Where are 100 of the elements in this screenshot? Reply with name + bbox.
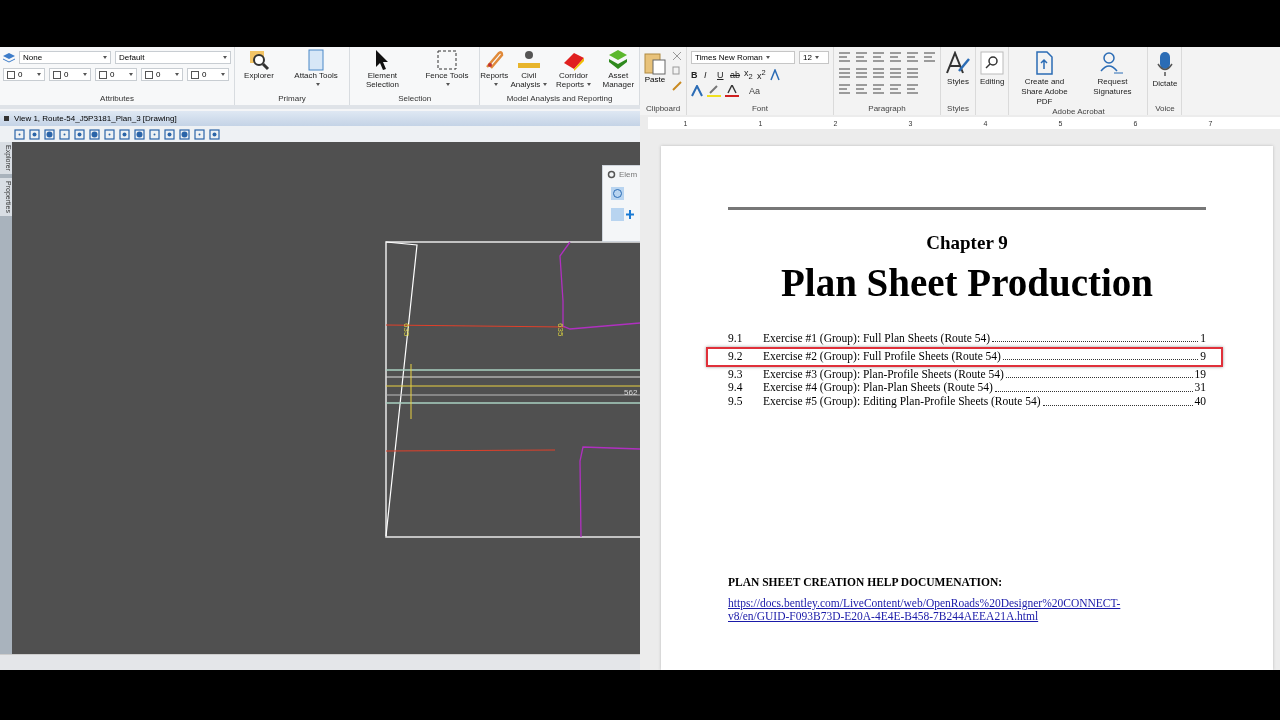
paragraph-tool-icon[interactable] [889, 83, 902, 95]
paragraph-tool-icon[interactable] [872, 67, 885, 79]
view-tool-icon[interactable] [164, 128, 175, 140]
group-label: Clipboard [644, 104, 682, 115]
view-tool-icon[interactable] [44, 128, 55, 140]
attribute-dropdown[interactable]: 0 [141, 68, 183, 81]
change-case-button[interactable]: Aa [749, 86, 760, 96]
toc-title[interactable]: Exercise #4 (Group): Plan-Plan Sheets (Route 54) [763, 381, 993, 394]
ribbon-button[interactable]: Styles [945, 51, 971, 87]
toc-number: 9.2 [728, 349, 744, 362]
view-tool-icon[interactable] [104, 128, 115, 140]
crosshair-icon[interactable] [611, 187, 624, 200]
ribbon-button[interactable]: Element Selection [358, 49, 407, 89]
font-name-field[interactable]: Times New Roman [691, 51, 795, 64]
attribute-dropdown[interactable]: 0 [49, 68, 91, 81]
ribbon-button[interactable]: Request Signatures [1081, 51, 1144, 97]
ribbon-button[interactable]: Fence Tools [422, 49, 471, 89]
paragraph-tool-icon[interactable] [855, 83, 868, 95]
level-dropdown[interactable]: None [19, 51, 111, 64]
text-effects-icon[interactable] [691, 85, 703, 97]
highlighter-icon[interactable] [707, 85, 721, 97]
attribute-dropdown[interactable]: 0 [187, 68, 229, 81]
add-icon[interactable] [611, 208, 635, 221]
view-tool-icon[interactable] [29, 128, 40, 140]
group-label: Styles [946, 104, 970, 115]
dashed-square-icon [435, 49, 458, 71]
elevation-label: 635 [556, 323, 565, 337]
style-dropdown[interactable]: Default [115, 51, 231, 64]
view-icon [4, 116, 9, 121]
format-button[interactable]: I [704, 69, 713, 80]
toc-page: 19 [1194, 367, 1206, 380]
drawing-canvas[interactable]: 635 635 562 Elem [12, 142, 640, 654]
copy-icon[interactable] [672, 66, 682, 76]
attribute-dropdown[interactable]: 0 [3, 68, 45, 81]
group-label: Attributes [99, 94, 135, 105]
paragraph-tool-icon[interactable] [889, 51, 902, 63]
paragraph-tool-icon[interactable] [838, 51, 851, 63]
toc-number: 9.3 [728, 367, 744, 380]
view-tool-icon[interactable] [209, 128, 220, 140]
view-tool-icon[interactable] [194, 128, 205, 140]
paragraph-tool-icon[interactable] [889, 67, 902, 79]
group-label: Font [751, 104, 769, 115]
toc-title[interactable]: Exercise #5 (Group): Editing Plan-Profile Sheets (Route 54) [763, 395, 1041, 408]
clear-format-icon[interactable] [770, 68, 782, 81]
paragraph-tool-icon[interactable] [906, 51, 919, 63]
toc-number: 9.1 [728, 332, 744, 344]
paragraph-tool-icon[interactable] [872, 51, 885, 63]
format-button[interactable]: B [691, 69, 700, 80]
view-tool-icon[interactable] [149, 128, 160, 140]
ribbon-button[interactable]: Reports [480, 49, 509, 89]
format-button[interactable]: x$^{2}$ [757, 68, 766, 81]
paragraph-tool-icon[interactable] [838, 83, 851, 95]
font-size-field[interactable]: 12 [799, 51, 829, 64]
paragraph-tool-icon[interactable] [855, 51, 868, 63]
view-tool-icon[interactable] [59, 128, 70, 140]
ribbon-button[interactable]: Explorer [244, 49, 274, 80]
view-tool-icon[interactable] [119, 128, 130, 140]
ribbon-button[interactable]: Asset Manager [597, 49, 639, 89]
ribbon-button[interactable]: Corridor Reports [549, 49, 598, 89]
brush-icon[interactable] [672, 81, 682, 91]
toc-title[interactable]: Exercise #1 (Group): Full Plan Sheets (Route 54) [763, 332, 991, 344]
paragraph-tool-icon[interactable] [838, 67, 851, 79]
ribbon-button[interactable]: Create and Share Adobe PDF [1013, 51, 1076, 107]
document-icon [306, 49, 327, 71]
paragraph-tool-icon[interactable] [923, 51, 936, 63]
view-tool-icon[interactable] [89, 128, 100, 140]
toc-number: 9.4 [728, 381, 744, 394]
panel-title: Elem [619, 170, 638, 179]
view-tool-icon[interactable] [74, 128, 85, 140]
paragraph-tool-icon[interactable] [906, 67, 919, 79]
paragraph-tool-icon[interactable] [872, 83, 885, 95]
toc-title[interactable]: Exercise #2 (Group): Full Profile Sheets (Route 54) [763, 349, 1001, 362]
person-signature-icon [1100, 51, 1125, 75]
help-link[interactable]: https://docs.bentley.com/LiveContent/web/OpenRoads%20Designer%20CONNECT- [728, 597, 1206, 611]
attribute-dropdown[interactable]: 0 [95, 68, 137, 81]
font-color-icon[interactable] [725, 85, 739, 97]
format-button[interactable]: ab [730, 69, 740, 80]
stacked-layers-icon [608, 49, 629, 71]
paragraph-tool-icon[interactable] [855, 67, 868, 79]
group-label: Primary [277, 94, 307, 105]
help-heading: PLAN SHEET CREATION HELP DOCUMENATION: [728, 576, 1004, 588]
elevation-label: 635 [402, 323, 411, 337]
toc-title[interactable]: Exercise #3 (Group): Plan-Profile Sheets (Route 54) [763, 367, 1004, 380]
paste-button[interactable]: Paste [644, 51, 666, 84]
survey-ruler-icon [516, 49, 541, 71]
chapter-title: Plan Sheet Production [780, 260, 1154, 306]
format-button[interactable]: x$_{2}$ [744, 68, 753, 81]
scissors-icon[interactable] [672, 51, 682, 61]
view-tool-icon[interactable] [179, 128, 190, 140]
ribbon-button[interactable]: Editing [980, 51, 1005, 87]
paragraph-tool-icon[interactable] [906, 83, 919, 95]
horizontal-scrollbar[interactable] [0, 654, 640, 670]
help-link[interactable]: v8/en/GUID-F093B73D-E20A-4E4E-B458-7B244AEEA21A.html [728, 610, 1206, 624]
clipboard-icon [644, 51, 666, 75]
view-tool-icon[interactable] [134, 128, 145, 140]
ribbon-button[interactable]: Civil Analysis [508, 49, 550, 89]
format-button[interactable]: U [717, 69, 726, 80]
ribbon-button[interactable]: Attach Tools [292, 49, 341, 89]
view-tool-icon[interactable] [14, 128, 25, 140]
ribbon-button[interactable]: Dictate [1152, 51, 1178, 89]
